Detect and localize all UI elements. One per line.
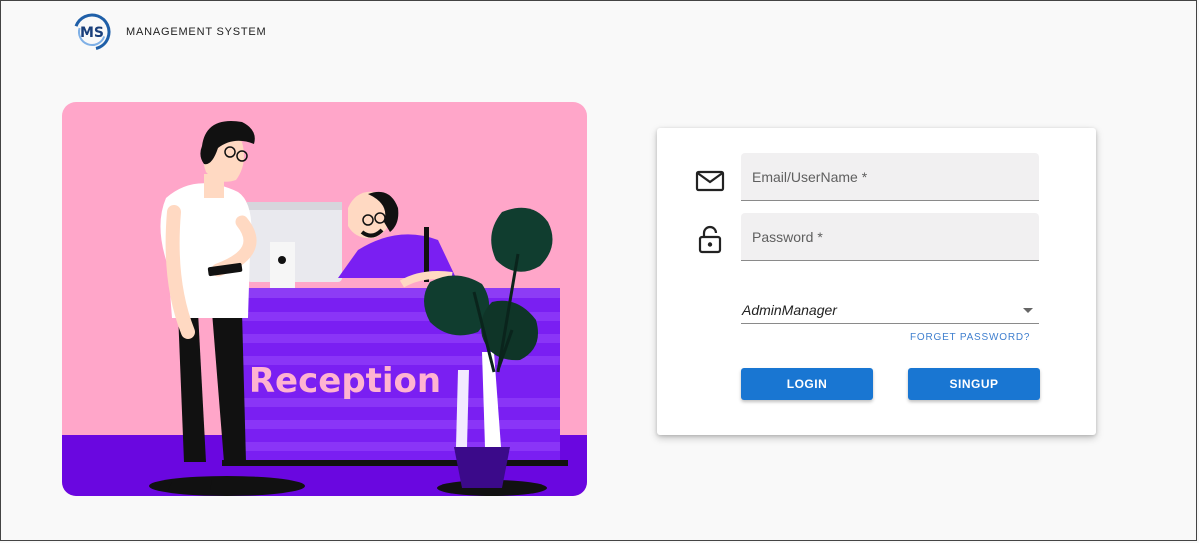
forgot-password-link[interactable]: FORGET PASSWORD?	[910, 332, 1030, 343]
app-header: MS MANAGEMENT SYSTEM	[72, 10, 267, 54]
mail-icon	[695, 170, 725, 192]
email-field[interactable]	[741, 153, 1039, 201]
logo-text: MS	[80, 25, 104, 41]
ms-logo: MS	[73, 13, 111, 51]
role-select[interactable]: AdminManager	[741, 298, 1039, 324]
caret-down-icon[interactable]	[1023, 308, 1033, 313]
signup-button[interactable]: SINGUP	[908, 368, 1040, 400]
password-input[interactable]	[741, 213, 1039, 260]
reception-sign: Reception	[249, 361, 441, 401]
brand-name: MANAGEMENT SYSTEM	[126, 26, 267, 38]
email-input[interactable]	[741, 153, 1039, 200]
login-card: AdminManager FORGET PASSWORD? LOGIN SING…	[657, 128, 1096, 435]
lock-open-icon	[698, 225, 722, 254]
login-button[interactable]: LOGIN	[741, 368, 873, 400]
password-field[interactable]	[741, 213, 1039, 261]
reception-illustration: Reception	[62, 102, 587, 496]
role-select-value: AdminManager	[742, 302, 837, 318]
